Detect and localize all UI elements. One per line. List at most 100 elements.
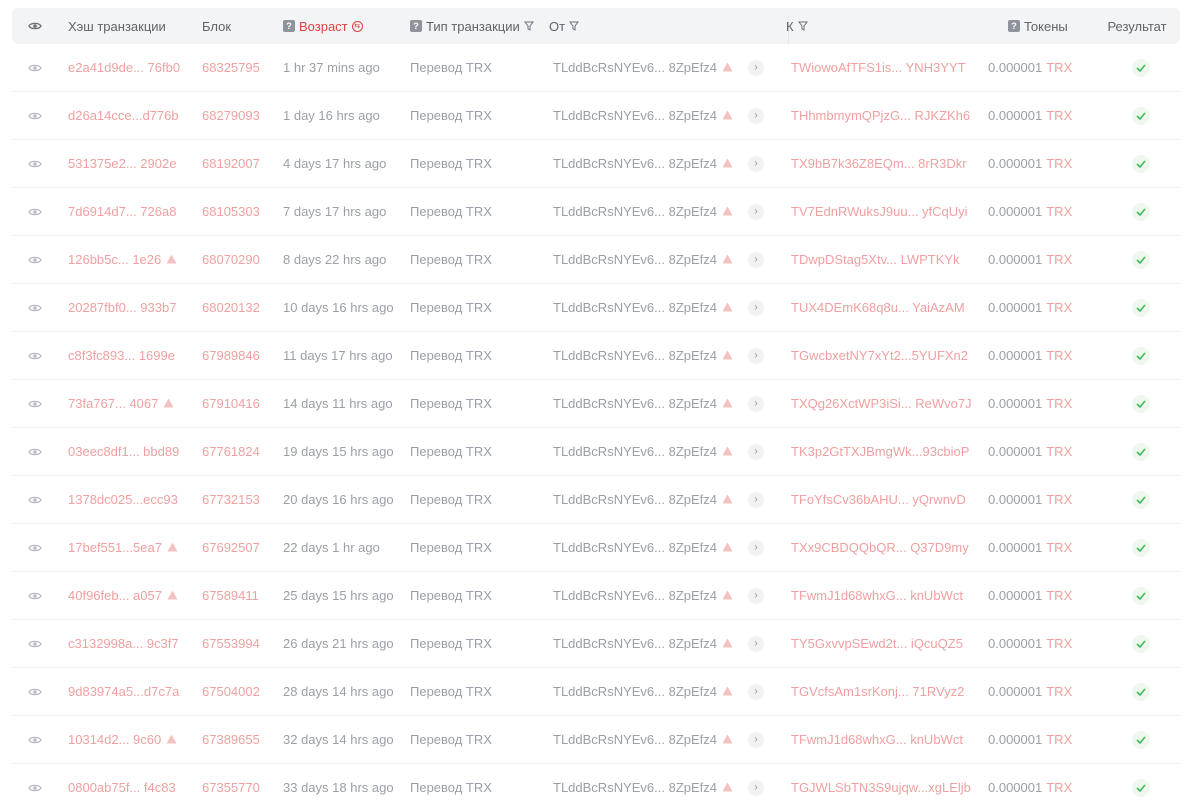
token-link[interactable]: TRX xyxy=(1046,108,1072,123)
tx-hash-link[interactable]: 73fa767... 4067 xyxy=(68,396,158,411)
block-link[interactable]: 68279093 xyxy=(202,108,260,123)
to-address-link[interactable]: TGwcbxetNY7xYt2...5YUFXn2 xyxy=(791,348,968,363)
from-address[interactable]: TLddBcRsNYEv6... 8ZpEfz4 xyxy=(553,300,717,315)
eye-icon[interactable] xyxy=(28,92,48,139)
tx-hash-link[interactable]: 0800ab75f... f4c83 xyxy=(68,780,176,795)
from-address[interactable]: TLddBcRsNYEv6... 8ZpEfz4 xyxy=(553,636,717,651)
block-link[interactable]: 67910416 xyxy=(202,396,260,411)
block-link[interactable]: 68020132 xyxy=(202,300,260,315)
token-link[interactable]: TRX xyxy=(1046,540,1072,555)
tx-hash-link[interactable]: c8f3fc893... 1699e xyxy=(68,348,175,363)
eye-icon[interactable] xyxy=(28,572,48,619)
eye-icon[interactable] xyxy=(28,236,48,283)
block-link[interactable]: 67692507 xyxy=(202,540,260,555)
tx-hash-link[interactable]: 9d83974a5...d7c7a xyxy=(68,684,179,699)
chevron-right-icon[interactable]: › xyxy=(748,491,764,508)
block-link[interactable]: 67989846 xyxy=(202,348,260,363)
eye-icon[interactable] xyxy=(28,764,48,801)
eye-icon[interactable] xyxy=(28,44,48,91)
tx-hash-link[interactable]: c3132998a... 9c3f7 xyxy=(68,636,179,651)
tx-hash-link[interactable]: 7d6914d7... 726a8 xyxy=(68,204,176,219)
eye-icon[interactable] xyxy=(28,332,48,379)
chevron-right-icon[interactable]: › xyxy=(748,251,764,268)
from-address[interactable]: TLddBcRsNYEv6... 8ZpEfz4 xyxy=(553,492,717,507)
eye-icon[interactable] xyxy=(28,476,48,523)
tx-hash-link[interactable]: 03eec8df1... bbd89 xyxy=(68,444,179,459)
chevron-right-icon[interactable]: › xyxy=(748,203,764,220)
chevron-right-icon[interactable]: › xyxy=(748,155,764,172)
tx-hash-link[interactable]: e2a41d9de... 76fb0 xyxy=(68,60,180,75)
eye-icon[interactable] xyxy=(28,284,48,331)
chevron-right-icon[interactable]: › xyxy=(748,299,764,316)
chevron-right-icon[interactable]: › xyxy=(748,635,764,652)
from-address[interactable]: TLddBcRsNYEv6... 8ZpEfz4 xyxy=(553,156,717,171)
to-address-link[interactable]: TV7EdnRWuksJ9uu... yfCqUyi xyxy=(791,204,968,219)
from-address[interactable]: TLddBcRsNYEv6... 8ZpEfz4 xyxy=(553,396,717,411)
from-address[interactable]: TLddBcRsNYEv6... 8ZpEfz4 xyxy=(553,252,717,267)
token-link[interactable]: TRX xyxy=(1046,252,1072,267)
chevron-right-icon[interactable]: › xyxy=(748,683,764,700)
from-address[interactable]: TLddBcRsNYEv6... 8ZpEfz4 xyxy=(553,588,717,603)
from-address[interactable]: TLddBcRsNYEv6... 8ZpEfz4 xyxy=(553,444,717,459)
filter-icon[interactable] xyxy=(523,19,534,34)
chevron-right-icon[interactable]: › xyxy=(748,59,764,76)
tx-hash-link[interactable]: 1378dc025...ecc93 xyxy=(68,492,178,507)
from-address[interactable]: TLddBcRsNYEv6... 8ZpEfz4 xyxy=(553,348,717,363)
chevron-right-icon[interactable]: › xyxy=(748,587,764,604)
block-link[interactable]: 68192007 xyxy=(202,156,260,171)
block-link[interactable]: 67589411 xyxy=(202,588,259,603)
help-icon[interactable]: ? xyxy=(283,20,295,32)
eye-icon[interactable] xyxy=(28,524,48,571)
from-address[interactable]: TLddBcRsNYEv6... 8ZpEfz4 xyxy=(553,684,717,699)
token-link[interactable]: TRX xyxy=(1046,300,1072,315)
block-link[interactable]: 67553994 xyxy=(202,636,260,651)
block-link[interactable]: 67355770 xyxy=(202,780,260,795)
to-address-link[interactable]: TFwmJ1d68whxG... knUbWct xyxy=(791,732,963,747)
eye-icon[interactable] xyxy=(28,8,48,44)
eye-icon[interactable] xyxy=(28,188,48,235)
to-address-link[interactable]: THhmbmymQPjzG... RJKZKh6 xyxy=(791,108,970,123)
tx-hash-link[interactable]: 531375e2... 2902e xyxy=(68,156,176,171)
to-address-link[interactable]: TGJWLSbTN3S9ujqw...xgLEljb xyxy=(791,780,971,795)
token-link[interactable]: TRX xyxy=(1046,396,1072,411)
eye-icon[interactable] xyxy=(28,716,48,763)
tx-hash-link[interactable]: 40f96feb... a057 xyxy=(68,588,162,603)
to-address-link[interactable]: TXQg26XctWP3iSi... ReWvo7J xyxy=(791,396,972,411)
to-address-link[interactable]: TXx9CBDQQbQR... Q37D9my xyxy=(791,540,969,555)
block-link[interactable]: 68070290 xyxy=(202,252,260,267)
chevron-right-icon[interactable]: › xyxy=(748,731,764,748)
from-address[interactable]: TLddBcRsNYEv6... 8ZpEfz4 xyxy=(553,204,717,219)
sort-toggle-icon[interactable]: ⇆ xyxy=(351,20,363,32)
header-age[interactable]: ? Возраст ⇆ xyxy=(283,8,408,44)
tx-hash-link[interactable]: 126bb5c... 1e26 xyxy=(68,252,161,267)
token-link[interactable]: TRX xyxy=(1046,204,1072,219)
token-link[interactable]: TRX xyxy=(1046,156,1072,171)
to-address-link[interactable]: TGVcfsAm1srKonj... 71RVyz2 xyxy=(791,684,964,699)
token-link[interactable]: TRX xyxy=(1046,588,1072,603)
tx-hash-link[interactable]: 20287fbf0... 933b7 xyxy=(68,300,176,315)
block-link[interactable]: 68325795 xyxy=(202,60,260,75)
chevron-right-icon[interactable]: › xyxy=(748,395,764,412)
block-link[interactable]: 67761824 xyxy=(202,444,260,459)
block-link[interactable]: 67389655 xyxy=(202,732,260,747)
filter-icon[interactable] xyxy=(569,19,580,34)
from-address[interactable]: TLddBcRsNYEv6... 8ZpEfz4 xyxy=(553,780,717,795)
to-address-link[interactable]: TWiowoAfTFS1is... YNH3YYT xyxy=(791,60,966,75)
tx-hash-link[interactable]: 17bef551...5ea7 xyxy=(68,540,162,555)
token-link[interactable]: TRX xyxy=(1046,636,1072,651)
from-address[interactable]: TLddBcRsNYEv6... 8ZpEfz4 xyxy=(553,60,717,75)
to-address-link[interactable]: TY5GxvvpSEwd2t... iQcuQZ5 xyxy=(791,636,963,651)
chevron-right-icon[interactable]: › xyxy=(748,443,764,460)
filter-icon[interactable] xyxy=(797,19,808,34)
to-address-link[interactable]: TK3p2GtTXJBmgWk...93cbioP xyxy=(791,444,969,459)
to-address-link[interactable]: TFoYfsCv36bAHU... yQrwnvD xyxy=(791,492,966,507)
tx-hash-link[interactable]: 10314d2... 9c60 xyxy=(68,732,161,747)
chevron-right-icon[interactable]: › xyxy=(748,779,764,796)
eye-icon[interactable] xyxy=(28,620,48,667)
from-address[interactable]: TLddBcRsNYEv6... 8ZpEfz4 xyxy=(553,108,717,123)
token-link[interactable]: TRX xyxy=(1046,492,1072,507)
eye-icon[interactable] xyxy=(28,668,48,715)
token-link[interactable]: TRX xyxy=(1046,60,1072,75)
from-address[interactable]: TLddBcRsNYEv6... 8ZpEfz4 xyxy=(553,732,717,747)
token-link[interactable]: TRX xyxy=(1046,732,1072,747)
